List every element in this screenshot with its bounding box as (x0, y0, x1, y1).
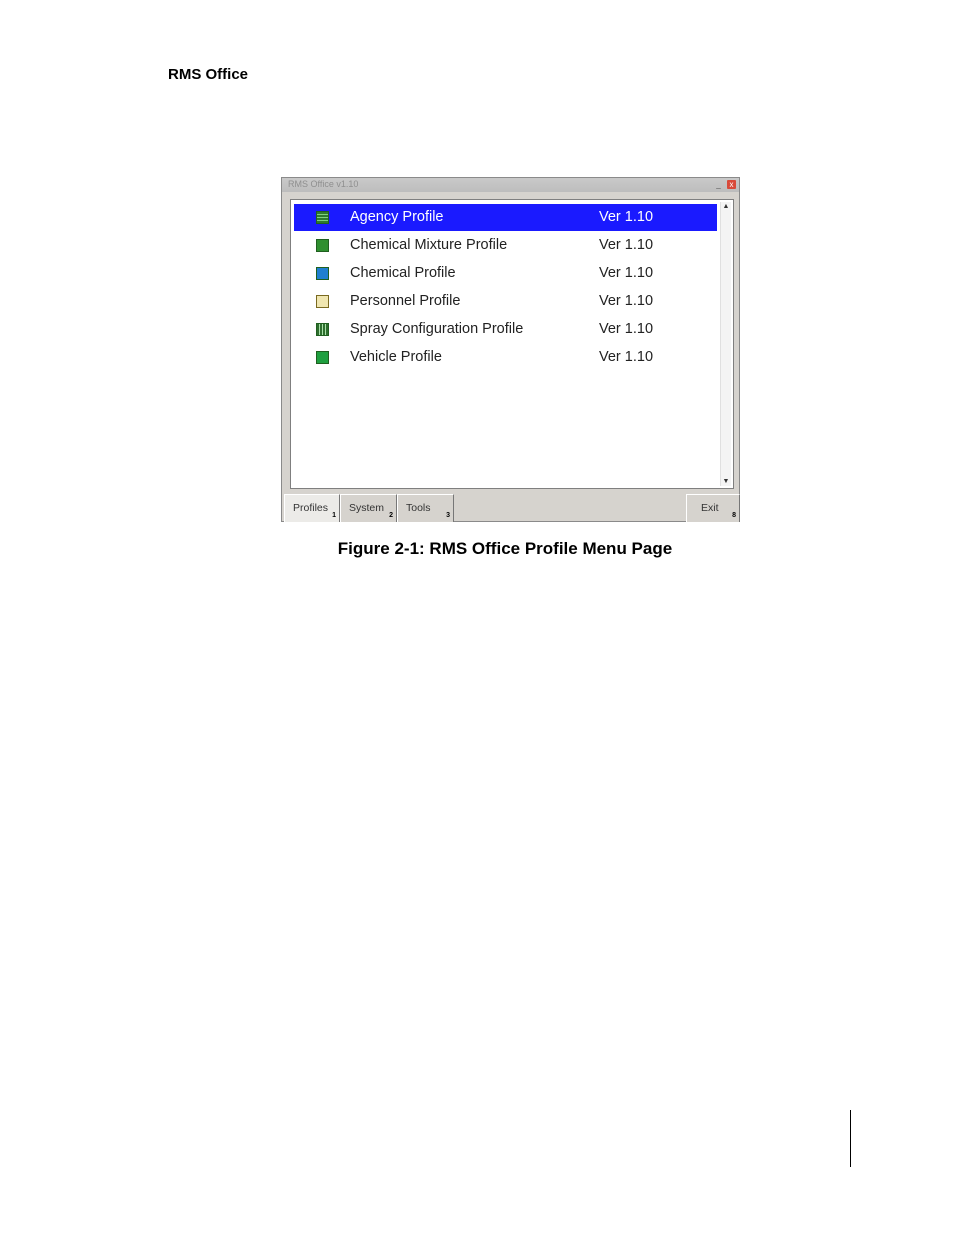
bottom-tab-bar: Profiles 1 System 2 Tools 3 Exit 8 (282, 494, 740, 522)
personnel-icon (316, 295, 329, 308)
item-version: Ver 1.10 (599, 293, 654, 309)
tab-label: Profiles (293, 502, 329, 514)
scroll-up-icon[interactable]: ▲ (721, 202, 731, 211)
page-header: RMS Office (168, 66, 249, 83)
list-item-chemical-mixture-profile[interactable]: Chemical Mixture Profile Ver 1.10 (294, 232, 717, 259)
margin-rule (850, 1110, 851, 1167)
tab-label: System (349, 502, 385, 514)
close-button[interactable]: x (727, 180, 736, 189)
spray-configuration-icon (316, 323, 329, 336)
profile-list: Agency Profile Ver 1.10 Chemical Mixture… (290, 199, 734, 489)
tab-shortcut-number: 2 (389, 512, 393, 519)
chemical-icon (316, 267, 329, 280)
item-label: Spray Configuration Profile (350, 321, 524, 337)
item-version: Ver 1.10 (599, 237, 654, 253)
item-label: Chemical Mixture Profile (350, 237, 508, 253)
list-item-vehicle-profile[interactable]: Vehicle Profile Ver 1.10 (294, 344, 717, 371)
tab-system[interactable]: System 2 (340, 494, 397, 522)
item-label: Agency Profile (350, 209, 444, 225)
item-label: Chemical Profile (350, 265, 456, 281)
item-version: Ver 1.10 (599, 321, 654, 337)
list-item-chemical-profile[interactable]: Chemical Profile Ver 1.10 (294, 260, 717, 287)
tab-label: Tools (406, 502, 431, 514)
tab-shortcut-number: 3 (446, 512, 450, 519)
list-item-agency-profile[interactable]: Agency Profile Ver 1.10 (294, 204, 717, 231)
tab-profiles[interactable]: Profiles 1 (284, 494, 340, 522)
tab-shortcut-number: 1 (332, 512, 336, 519)
exit-label: Exit (701, 502, 719, 514)
exit-shortcut-number: 8 (732, 512, 736, 519)
list-item-spray-configuration-profile[interactable]: Spray Configuration Profile Ver 1.10 (294, 316, 717, 343)
item-label: Personnel Profile (350, 293, 461, 309)
item-version: Ver 1.10 (599, 265, 654, 281)
item-version: Ver 1.10 (599, 349, 654, 365)
exit-button[interactable]: Exit 8 (686, 494, 740, 522)
minimize-button[interactable]: _ (714, 180, 723, 189)
chemical-mixture-icon (316, 239, 329, 252)
list-item-personnel-profile[interactable]: Personnel Profile Ver 1.10 (294, 288, 717, 315)
figure-caption: Figure 2-1: RMS Office Profile Menu Page (337, 539, 673, 558)
agency-icon (316, 211, 329, 224)
item-label: Vehicle Profile (350, 349, 442, 365)
window-title: RMS Office v1.10 (288, 179, 359, 189)
vertical-scrollbar[interactable]: ▲ ▼ (720, 202, 731, 486)
tab-tools[interactable]: Tools 3 (397, 494, 454, 522)
vehicle-icon (316, 351, 329, 364)
title-bar[interactable]: RMS Office v1.10 _ x (282, 178, 739, 192)
app-window: RMS Office v1.10 _ x Agency Profile Ver … (281, 177, 740, 522)
item-version: Ver 1.10 (599, 209, 654, 225)
scroll-down-icon[interactable]: ▼ (721, 477, 731, 486)
